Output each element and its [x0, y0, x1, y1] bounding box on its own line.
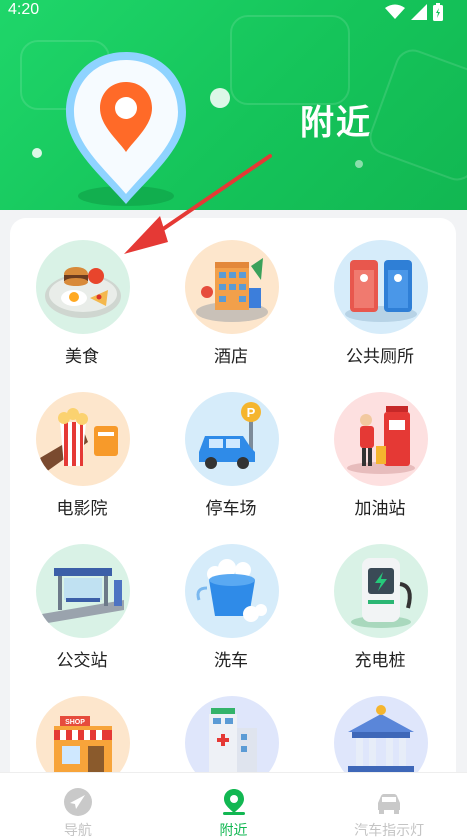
tab-car-indicator-lights[interactable]: 汽车指示灯	[311, 773, 467, 840]
tab-label: 汽车指示灯	[354, 823, 425, 839]
sparkle-dot	[32, 148, 42, 158]
food-plate-icon	[36, 240, 130, 334]
category-label: 酒店	[214, 347, 248, 367]
location-pin-illustration	[66, 52, 186, 206]
category-label: 停车场	[205, 499, 257, 519]
svg-text:P: P	[247, 405, 256, 420]
charging-pile-icon	[334, 544, 428, 638]
wifi-icon	[385, 4, 405, 19]
battery-icon	[433, 3, 443, 21]
tab-navigation[interactable]: 导航	[0, 773, 156, 840]
svg-text:SHOP: SHOP	[65, 719, 85, 726]
category-charging-pile[interactable]: 充电桩	[310, 522, 450, 671]
bottom-tab-bar: 导航 附近 汽车指示灯	[0, 772, 467, 840]
hotel-building-icon	[185, 240, 279, 334]
status-icons	[385, 3, 443, 21]
bus-stop-icon	[36, 544, 130, 638]
status-bar: 4:20	[0, 0, 467, 24]
header-banner: 4:20 附近	[0, 0, 467, 210]
category-food[interactable]: 美食	[12, 218, 152, 367]
category-label: 洗车	[214, 651, 248, 671]
background-decoration	[364, 44, 467, 186]
category-card: 美食 酒店 公共厕所 电影院 P 停车场 加油站 公交站 洗车 充电桩 SHOP	[10, 218, 456, 818]
background-decoration	[230, 15, 350, 105]
signal-icon	[411, 4, 427, 20]
tab-label: 附近	[219, 823, 248, 839]
category-label: 公共厕所	[346, 347, 414, 367]
category-label: 充电桩	[354, 651, 406, 671]
gas-station-icon	[334, 392, 428, 486]
category-gas-station[interactable]: 加油站	[310, 370, 450, 519]
status-time: 4:20	[8, 1, 40, 18]
parking-car-icon: P	[185, 392, 279, 486]
category-parking[interactable]: P 停车场	[161, 370, 301, 519]
category-label: 电影院	[56, 499, 108, 519]
cinema-popcorn-icon	[36, 392, 130, 486]
category-label: 加油站	[354, 499, 406, 519]
category-public-toilet[interactable]: 公共厕所	[310, 218, 450, 367]
page-title: 附近	[300, 103, 372, 143]
tab-label: 导航	[63, 823, 92, 839]
location-pin-icon	[222, 789, 245, 815]
public-toilet-icon	[334, 240, 428, 334]
navigation-icon	[63, 788, 92, 816]
sparkle-dot	[210, 88, 230, 108]
category-label: 美食	[65, 347, 99, 367]
category-hotel[interactable]: 酒店	[161, 218, 301, 367]
car-wash-bucket-icon	[185, 544, 279, 638]
category-bus-stop[interactable]: 公交站	[12, 522, 152, 671]
category-cinema[interactable]: 电影院	[12, 370, 152, 519]
car-icon	[378, 794, 401, 814]
sparkle-dot	[355, 160, 363, 168]
category-label: 公交站	[56, 651, 108, 671]
tab-nearby[interactable]: 附近	[156, 773, 312, 840]
category-car-wash[interactable]: 洗车	[161, 522, 301, 671]
